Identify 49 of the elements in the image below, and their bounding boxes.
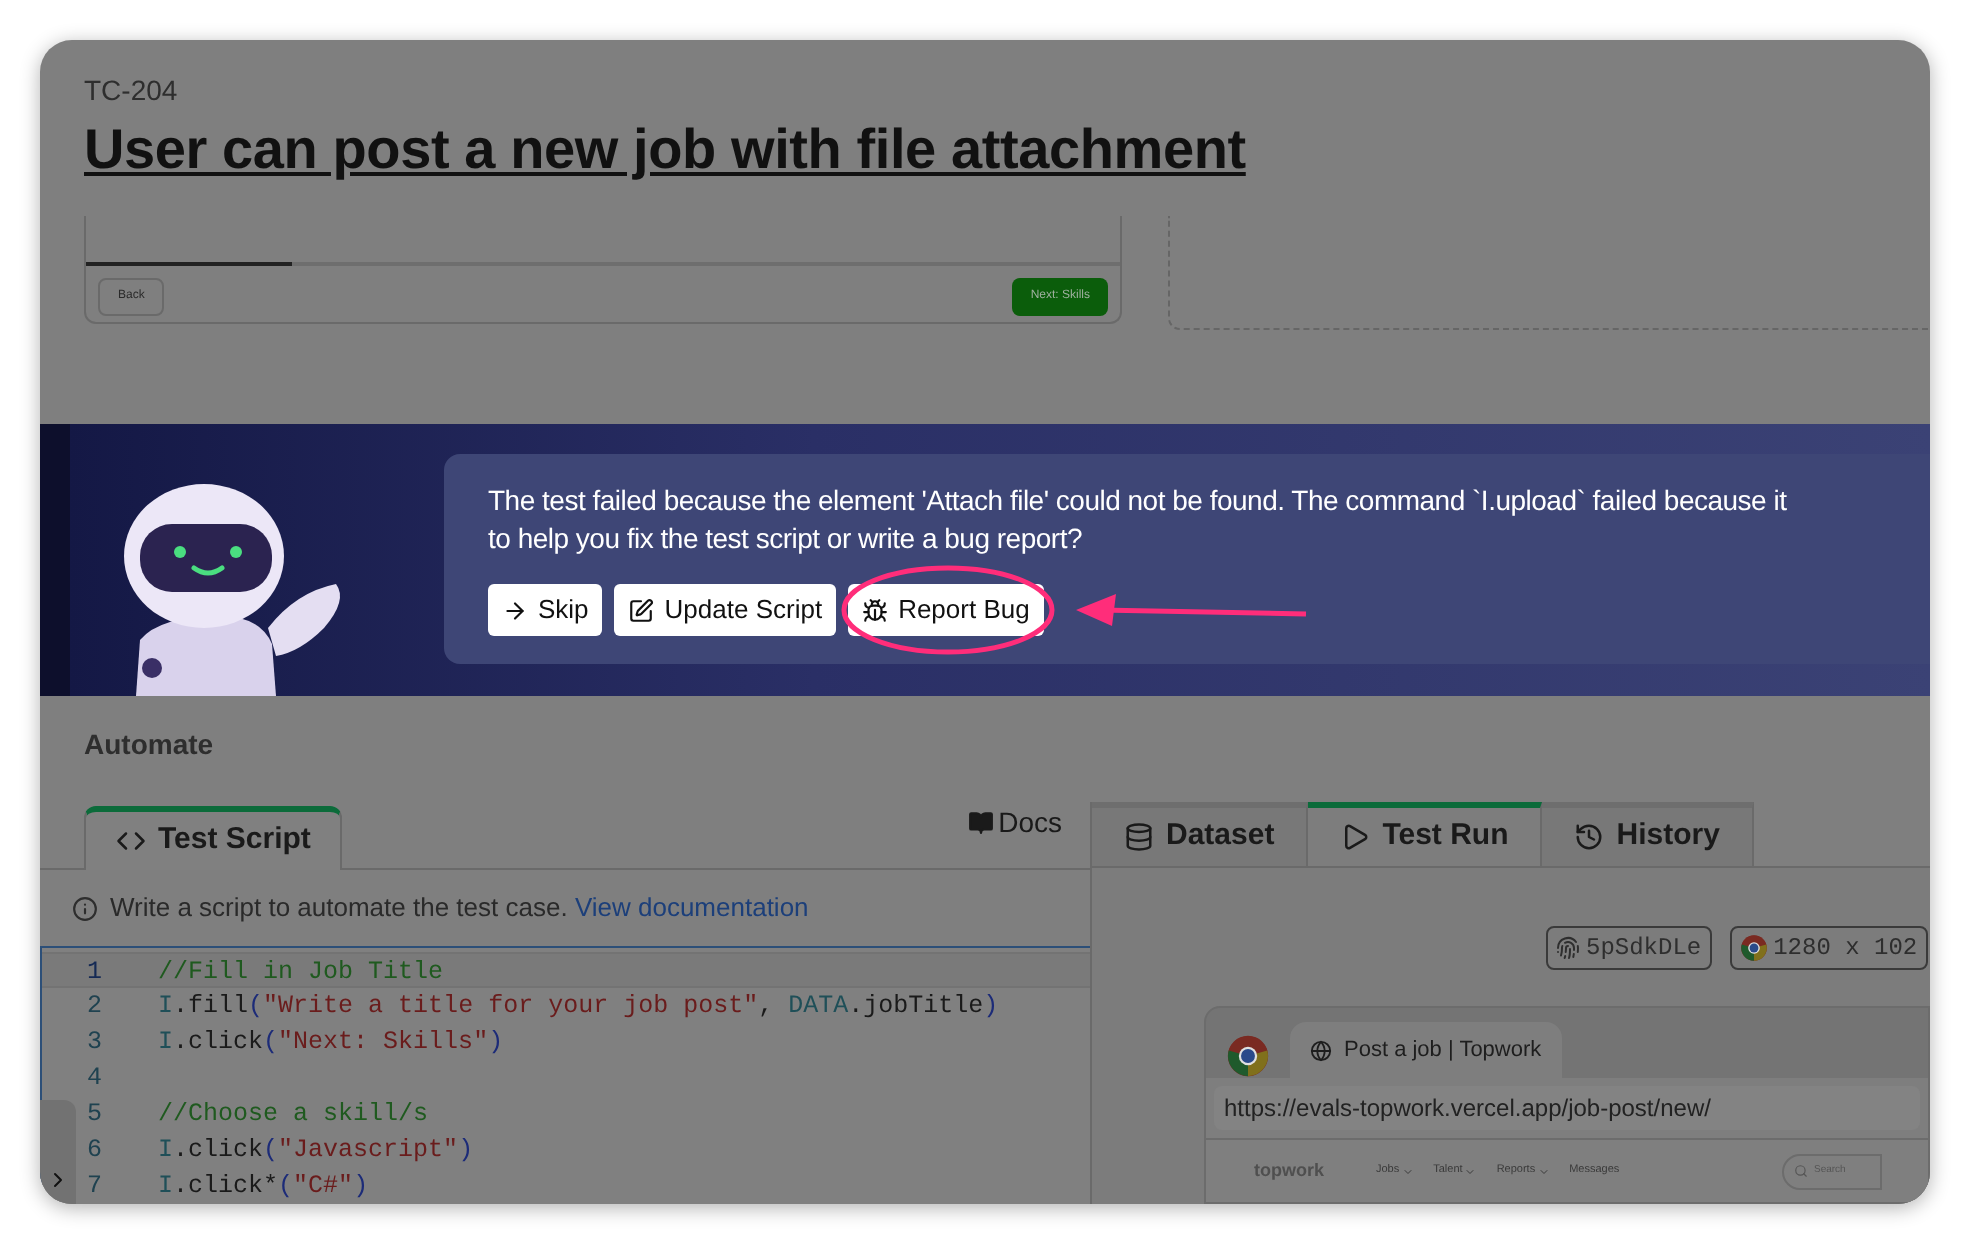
search-icon — [1794, 1164, 1808, 1178]
globe-icon — [1310, 1039, 1332, 1061]
action-button[interactable]: Skip — [488, 584, 603, 636]
run-panel-tab[interactable]: Test Run — [1308, 802, 1543, 866]
arrow-icon — [502, 597, 528, 623]
failure-message: The test failed because the element 'Attach file' could not be found. The command `I.upload` failed because it to help you fix the test script or write a bug report? — [488, 482, 1787, 558]
info-icon — [72, 895, 98, 921]
info-text: Write a script to automate the test case. View documentation — [110, 890, 809, 927]
resolution-chip: 1280 x 102 — [1729, 926, 1928, 970]
browser-logo-icon — [1739, 934, 1768, 962]
chevron-down-icon — [1401, 1165, 1414, 1177]
documentation-link[interactable]: View documentation — [574, 892, 809, 923]
line-number: 1 — [86, 958, 102, 986]
expand-panel-button[interactable] — [40, 1100, 76, 1204]
run-panel-tab[interactable]: History — [1542, 802, 1754, 866]
code-line: //Fill in Job Title — [158, 956, 444, 986]
action-button[interactable]: Report Bug — [848, 584, 1044, 636]
play-icon — [1340, 822, 1371, 852]
code-line: I.fill("Write a title for your job post", DATA.jobTitle) — [158, 990, 999, 1024]
code-line: //Choose a skill/s — [158, 1098, 429, 1132]
bug-icon — [862, 597, 889, 623]
fingerprint-icon — [1556, 936, 1580, 960]
line-number: 2 — [86, 992, 102, 1020]
code-line: I.click("Next: Skills") — [158, 1026, 504, 1060]
database-icon — [1124, 822, 1154, 852]
test-case-title: User can post a new job with file attachment — [84, 116, 1246, 184]
chevron-down-icon — [1464, 1165, 1477, 1177]
line-number: 7 — [86, 1172, 102, 1200]
address-bar[interactable]: https://evals-topwork.vercel.app/job-post/new/ — [1214, 1086, 1920, 1130]
line-number: 6 — [86, 1136, 102, 1164]
book-icon — [968, 810, 995, 836]
browser-logo-icon — [1226, 1034, 1270, 1078]
browser-tab[interactable]: Post a job | Topwork — [1290, 1022, 1562, 1078]
line-number: 5 — [86, 1100, 102, 1128]
code-line: I.click("Javascript") — [158, 1134, 474, 1168]
test-case-id: TC-204 — [84, 72, 178, 108]
line-number: 3 — [86, 1028, 102, 1056]
code-line: I.click*("C#") — [158, 1170, 369, 1204]
session-id-chip: 5pSdkDLe — [1546, 926, 1712, 970]
history-icon — [1574, 822, 1605, 852]
edit-icon — [628, 597, 655, 623]
code-icon — [116, 826, 146, 856]
chevron-down-icon — [1537, 1165, 1550, 1177]
editor-tab[interactable]: Test Script — [84, 806, 343, 870]
action-button[interactable]: Update Script — [614, 584, 837, 636]
section-title: Automate — [84, 726, 214, 764]
docs-link[interactable]: Docs — [968, 802, 1062, 844]
line-number: 4 — [86, 1064, 102, 1092]
run-panel-tab[interactable]: Dataset — [1092, 802, 1309, 866]
